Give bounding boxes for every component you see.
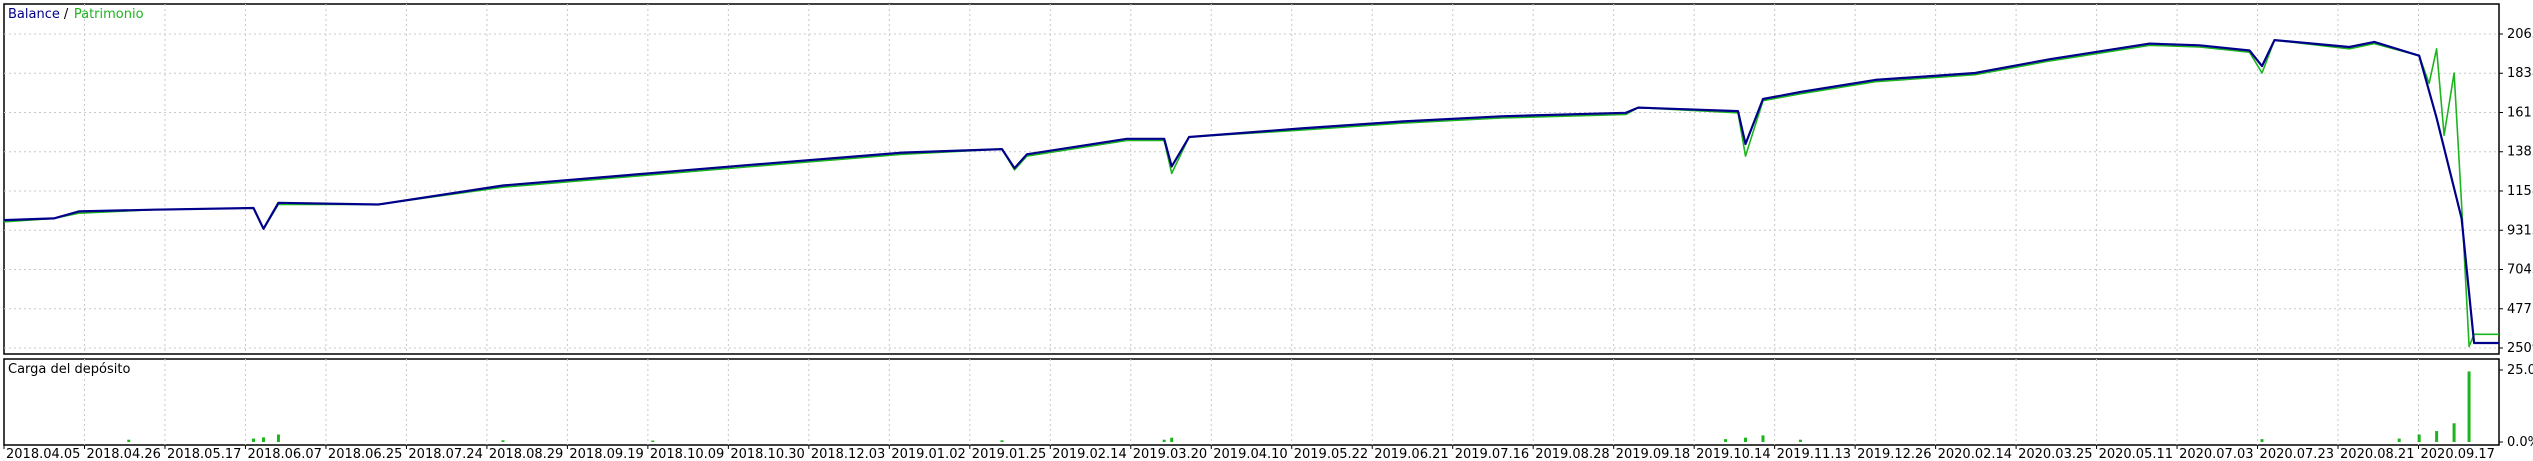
deposit-load-bar (1724, 439, 1728, 442)
deposit-load-bar (2417, 434, 2421, 442)
x-tick-label: 2019.09.18 (1616, 447, 1690, 461)
x-tick-label: 2018.07.24 (408, 447, 482, 461)
x-tick-label: 2019.11.13 (1777, 447, 1851, 461)
x-tick-label: 2020.07.23 (2260, 447, 2334, 461)
y-tick-label: 16118 (2507, 105, 2533, 120)
x-tick-label: 2019.04.10 (1213, 447, 1287, 461)
y-tick-label: 0.0% (2507, 435, 2533, 450)
y-tick-label: 11582 (2507, 184, 2533, 199)
x-tick-label: 2019.02.14 (1052, 447, 1126, 461)
x-tick-label: 2018.06.25 (328, 447, 402, 461)
legend-equity-label: Patrimonio (74, 7, 144, 22)
deposit-load-bar (1000, 440, 1004, 442)
x-tick-label: 2020.08.21 (2340, 447, 2414, 461)
y-tick-label: 18386 (2507, 66, 2533, 81)
y-tick-label: 25.0% (2507, 363, 2533, 378)
x-tick-label: 2020.05.11 (2099, 447, 2173, 461)
legend-balance-label: Balance (8, 7, 60, 22)
x-tick-label: 2018.06.07 (247, 447, 321, 461)
x-tick-label: 2019.10.14 (1696, 447, 1770, 461)
x-tick-label: 2018.04.05 (6, 447, 80, 461)
y-tick-label: 7045 (2507, 263, 2533, 278)
x-tick-label: 2018.09.19 (569, 447, 643, 461)
x-tick-label: 2020.02.14 (1938, 447, 2012, 461)
deposit-load-bar (261, 437, 265, 442)
deposit-load-bar (1162, 439, 1166, 442)
x-tick-label: 2019.08.28 (1535, 447, 1609, 461)
chart-legend: Balance / Patrimonio (8, 7, 144, 22)
x-tick-label: 2018.08.29 (489, 447, 563, 461)
deposit-load-bar (1761, 435, 1765, 442)
deposit-load-bar (2397, 438, 2401, 442)
deposit-load-bar (501, 440, 505, 442)
backtest-report: 20654 18386 16118 13850 11582 9313 7045 4777 250… (0, 0, 2533, 461)
y-tick-label: 20654 (2507, 27, 2533, 42)
deposit-load-bar (276, 434, 280, 442)
x-tick-label: 2018.10.30 (730, 447, 804, 461)
x-tick-label: 2019.06.21 (1374, 447, 1448, 461)
x-tick-label: 2019.01.02 (891, 447, 965, 461)
deposit-load-bar (1798, 439, 1802, 442)
deposit-load-bar (2467, 371, 2471, 442)
x-tick-label: 2018.12.03 (811, 447, 885, 461)
x-tick-label: 2018.04.26 (86, 447, 160, 461)
legend-separator: / (64, 7, 69, 22)
x-tick-label: 2019.07.16 (1455, 447, 1529, 461)
deposit-load-bar (2435, 431, 2439, 442)
x-tick-label: 2020.03.25 (2018, 447, 2092, 461)
y-tick-label: 4777 (2507, 302, 2533, 317)
y-tick-label: 9313 (2507, 223, 2533, 238)
x-tick-label: 2018.10.09 (650, 447, 724, 461)
y-tick-label: 2509 (2507, 341, 2533, 356)
deposit-load-bar (252, 438, 255, 442)
y-tick-label: 13850 (2507, 145, 2533, 160)
deposit-load-bar (651, 440, 655, 442)
deposit-load-bar (127, 439, 131, 442)
x-tick-label: 2020.09.17 (2421, 447, 2495, 461)
x-tick-label: 2018.05.17 (167, 447, 241, 461)
x-tick-label: 2019.05.22 (1294, 447, 1368, 461)
x-tick-label: 2019.01.25 (972, 447, 1046, 461)
deposit-load-bar (2452, 423, 2456, 442)
x-tick-label: 2019.03.20 (1133, 447, 1207, 461)
x-tick-label: 2020.07.03 (2179, 447, 2253, 461)
deposit-load-bar (1170, 437, 1174, 442)
deposit-load-bar (1744, 437, 1748, 442)
date-axis: 2018.04.05 2018.04.26 2018.05.17 2018.06.07… (3, 445, 2495, 461)
deposit-load-title: Carga del depósito (8, 362, 130, 377)
x-tick-label: 2019.12.26 (1857, 447, 1931, 461)
deposit-load-bar (2260, 439, 2264, 442)
